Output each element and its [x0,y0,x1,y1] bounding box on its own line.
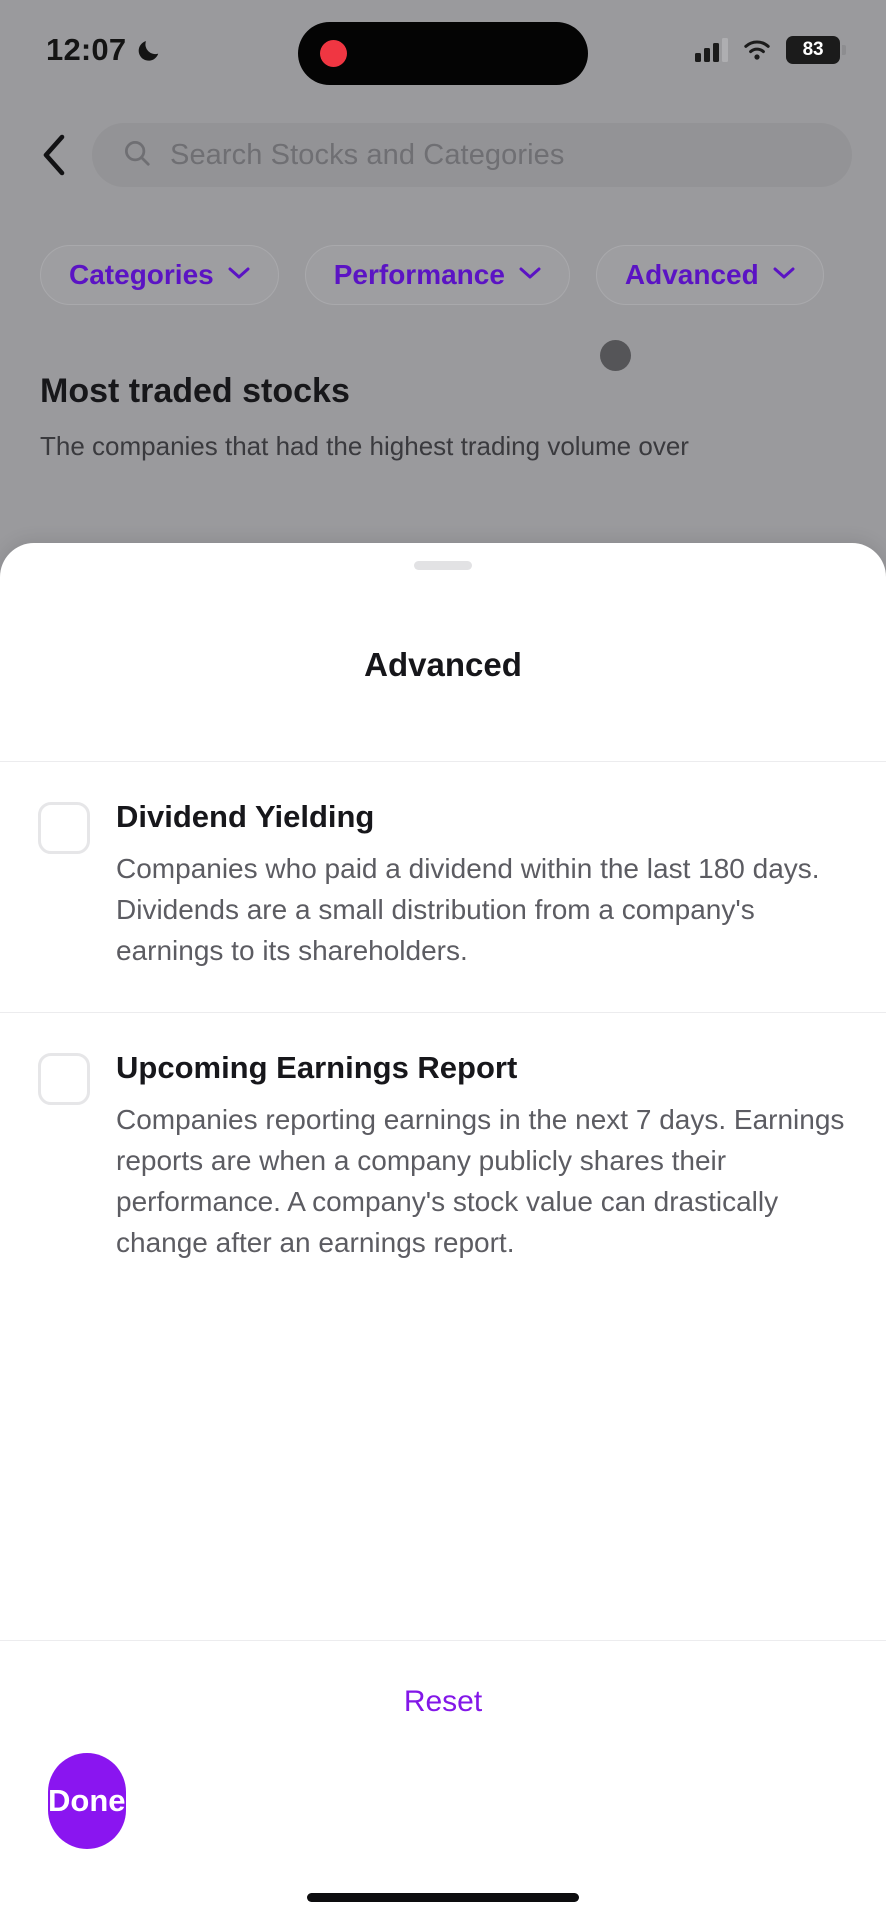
option-title: Dividend Yielding [116,799,375,834]
page-title: Most traded stocks [40,372,350,410]
filter-chip-advanced[interactable]: Advanced [595,245,824,305]
option-body: Dividend Yielding Companies who paid a d… [116,798,848,972]
chevron-down-icon [228,266,250,285]
search-row: Search Stocks and Categories [0,122,886,188]
dynamic-island [298,22,588,85]
sheet-drag-handle[interactable] [414,561,472,570]
cellular-signal-icon [695,38,728,62]
section-subtitle: The companies that had the highest tradi… [40,431,689,461]
filter-chip-categories[interactable]: Categories [40,245,279,305]
chevron-down-icon [773,266,795,285]
wifi-icon [741,38,773,62]
advanced-filter-sheet: Advanced Dividend Yielding Companies who… [0,543,886,1920]
search-icon [122,138,152,173]
touch-indicator-dot [600,340,631,371]
status-bar-left: 12:07 [46,32,162,68]
status-bar-clock: 12:07 [46,32,127,67]
option-upcoming-earnings-report[interactable]: Upcoming Earnings Report Companies repor… [0,1013,886,1304]
checkbox-unchecked-icon[interactable] [38,802,90,854]
record-dot-icon [320,40,347,67]
search-input[interactable]: Search Stocks and Categories [92,123,852,187]
option-title: Upcoming Earnings Report [116,1049,518,1085]
filter-chip-label: Performance [333,259,505,290]
battery-indicator: 83 [786,36,846,64]
sheet-header-spacer [0,684,886,761]
sheet-title: Advanced [364,646,522,683]
phone-screen: 12:07 83 Search Stocks and Categories Ca… [0,0,886,1920]
chevron-down-icon [519,266,541,285]
moon-icon [136,37,162,63]
filter-chip-label: Advanced [624,259,759,290]
filter-chip-row: Categories Performance Advanced [0,245,886,305]
checkbox-unchecked-icon[interactable] [38,1052,90,1105]
option-dividend-yielding[interactable]: Dividend Yielding Companies who paid a d… [0,762,886,1012]
filter-chip-label: Categories [69,259,214,290]
option-description: Companies reporting earnings in the next… [116,1104,845,1258]
done-button[interactable]: Done [48,1753,126,1849]
sheet-footer: Reset Done [0,1640,886,1920]
option-body: Upcoming Earnings Report Companies repor… [116,1049,848,1264]
search-placeholder-label: Search Stocks and Categories [170,138,565,171]
option-description: Companies who paid a dividend within the… [116,853,820,966]
battery-percent-label: 83 [802,39,824,60]
back-chevron-icon[interactable] [34,133,74,177]
filter-chip-performance[interactable]: Performance [304,245,570,305]
option-list: Dividend Yielding Companies who paid a d… [0,762,886,1304]
status-bar-right: 83 [695,36,846,64]
reset-button[interactable]: Reset [0,1641,886,1737]
home-indicator[interactable] [307,1893,579,1902]
